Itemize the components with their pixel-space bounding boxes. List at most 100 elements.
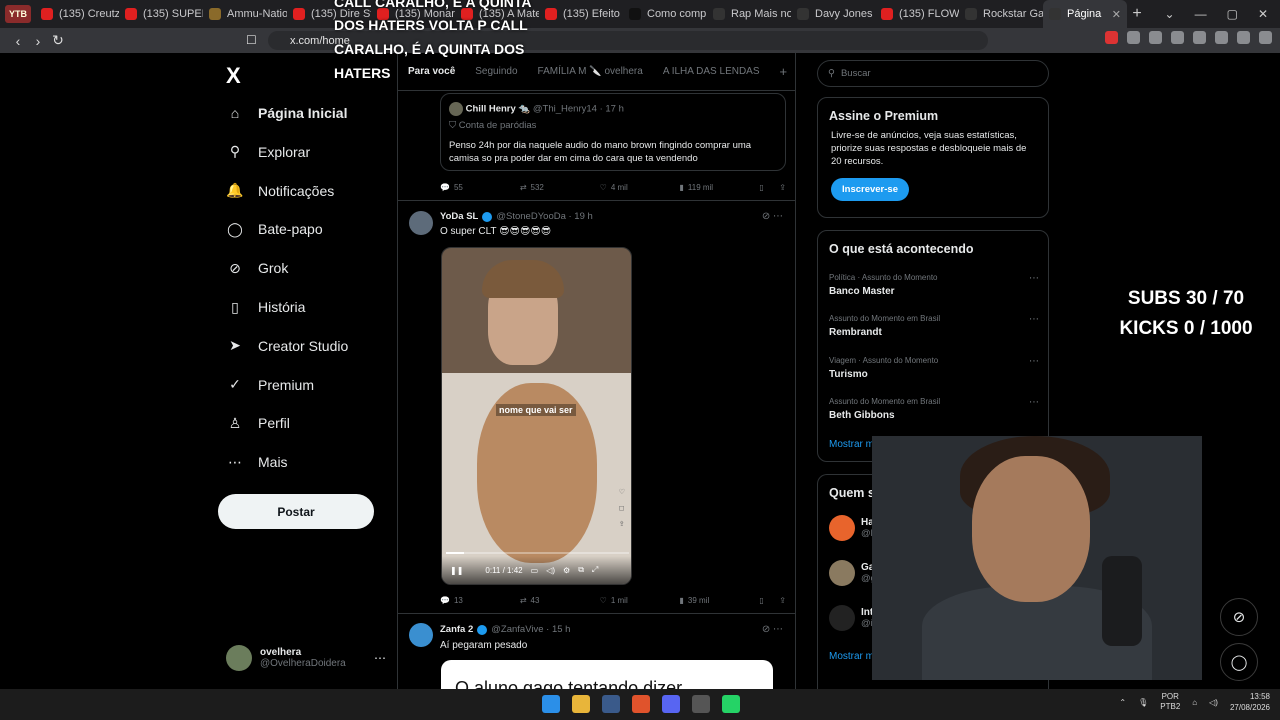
extension-icon[interactable]	[1127, 31, 1140, 44]
account-switcher[interactable]: ovelhera @OvelheraDoidera ⋯	[226, 643, 386, 673]
app-icon[interactable]	[692, 695, 710, 713]
reload-button[interactable]: ↻	[48, 32, 68, 49]
nav-item-página-inicial[interactable]: ⌂ Página Inicial	[226, 98, 348, 128]
network-icon[interactable]: ⌂	[1192, 698, 1197, 707]
browser-tab[interactable]: (135) Efeito M	[539, 0, 623, 28]
close-window-button[interactable]: ✕	[1258, 7, 1268, 21]
browser-tab[interactable]: Rap Mais no X	[707, 0, 791, 28]
grok-fab[interactable]: ⊘	[1220, 598, 1258, 636]
extension-icon[interactable]	[1237, 31, 1250, 44]
new-tab-button[interactable]: +	[1127, 5, 1147, 23]
nav-item-bate-papo[interactable]: ◯ Bate-papo	[226, 214, 322, 244]
tab-ilha[interactable]: A ILHA DAS LENDAS	[663, 66, 760, 77]
bookmark-button[interactable]: ▯	[759, 596, 779, 605]
nav-item-notificações[interactable]: 🔔 Notificações	[226, 176, 334, 206]
trend-item[interactable]: Viagem · Assunto do Momento Turismo ⋯	[829, 356, 1039, 380]
messages-fab[interactable]: ◯	[1220, 643, 1258, 681]
nav-item-mais[interactable]: ⋯ Mais	[226, 447, 288, 477]
like-button[interactable]: ♡ 1 mil	[600, 596, 680, 605]
captions-icon[interactable]: ▭	[531, 566, 539, 575]
reply-button[interactable]: 💬 55	[440, 183, 520, 192]
avatar[interactable]	[409, 211, 433, 235]
x-logo[interactable]: X	[226, 63, 241, 89]
more-icon[interactable]: ⋯	[1029, 356, 1039, 367]
post-author[interactable]: Zanfa 2	[440, 624, 473, 635]
nav-item-perfil[interactable]: ♙ Perfil	[226, 408, 290, 438]
reply-button[interactable]: 💬 13	[440, 596, 520, 605]
browser-tab[interactable]: (135) SUPERN	[119, 0, 203, 28]
nav-item-grok[interactable]: ⊘ Grok	[226, 253, 288, 283]
maximize-button[interactable]: ▢	[1227, 7, 1238, 21]
browser-tab[interactable]: Rockstar Gam	[959, 0, 1043, 28]
nav-item-premium[interactable]: ✓ Premium	[226, 370, 314, 400]
avatar[interactable]	[409, 623, 433, 647]
pinned-tab[interactable]: YTB	[5, 5, 31, 23]
post-more-icon[interactable]: ⊘ ⋯	[762, 624, 783, 635]
share-button[interactable]: ⇪	[779, 183, 786, 192]
settings-icon[interactable]: ⚙	[563, 566, 570, 575]
video-player[interactable]: nome que vai ser ♡ ◻ ⇪ ❚❚ 0:11 / 1:42 ▭ ◁)…	[441, 247, 632, 585]
extension-icon[interactable]	[1149, 31, 1162, 44]
repost-button[interactable]: ⇄ 43	[520, 596, 600, 605]
extension-icon[interactable]	[1193, 31, 1206, 44]
mic-icon[interactable]: 🎙	[1138, 698, 1148, 707]
like-button[interactable]: ♡ 4 mil	[600, 183, 680, 192]
post-image[interactable]: O aluno gago tentando dizer	[441, 660, 773, 689]
steam-icon[interactable]	[602, 695, 620, 713]
tab-familia[interactable]: FAMÍLIA M 🔪 ovelhera	[538, 66, 643, 77]
nav-item-história[interactable]: ▯ História	[226, 292, 305, 322]
browser-tab[interactable]: Como compra	[623, 0, 707, 28]
repost-button[interactable]: ⇄ 532	[520, 183, 600, 192]
profile-icon[interactable]	[1259, 31, 1272, 44]
pause-icon[interactable]: ❚❚	[450, 566, 463, 575]
close-tab-icon[interactable]: ✕	[1112, 8, 1121, 21]
back-button[interactable]: ‹	[8, 33, 28, 49]
more-icon[interactable]: ⋯	[1029, 273, 1039, 284]
tray-chevron-icon[interactable]: ⌃	[1119, 698, 1126, 707]
search-input[interactable]: ⚲ Buscar	[817, 60, 1049, 87]
extension-icon[interactable]	[1171, 31, 1184, 44]
extension-icon[interactable]	[1215, 31, 1228, 44]
trend-item[interactable]: Assunto do Momento em Brasil Rembrandt ⋯	[829, 314, 1039, 338]
browser-tab[interactable]: (135) Creutzfe	[35, 0, 119, 28]
quoted-post[interactable]: Chill Henry 🐀 @Thi_Henry14 · 17 h ⛉ Cont…	[440, 93, 786, 171]
post-author[interactable]: YoDa SL	[440, 211, 478, 222]
browser-tab[interactable]: Davy Jones (@	[791, 0, 875, 28]
minimize-button[interactable]: —	[1195, 7, 1207, 21]
views-button[interactable]: ▮ 39 mil	[679, 596, 759, 605]
brave-icon[interactable]	[632, 695, 650, 713]
browser-tab[interactable]: Ammu-Nation	[203, 0, 287, 28]
discord-icon[interactable]	[662, 695, 680, 713]
more-icon[interactable]: ⋯	[1029, 314, 1039, 325]
whatsapp-icon[interactable]	[722, 695, 740, 713]
post-more-icon[interactable]: ⊘ ⋯	[762, 211, 783, 222]
bookmark-button[interactable]: ▯	[759, 183, 779, 192]
trend-item[interactable]: Assunto do Momento em Brasil Beth Gibbons…	[829, 397, 1039, 421]
extension-icon[interactable]	[1105, 31, 1118, 44]
start-icon[interactable]	[542, 695, 560, 713]
volume-icon[interactable]: ◁)	[546, 566, 555, 575]
bookmark-icon[interactable]: ☐	[246, 33, 257, 47]
subscribe-button[interactable]: Inscrever-se	[831, 178, 909, 201]
browser-tab[interactable]: Página ✕	[1043, 0, 1127, 28]
nav-item-creator-studio[interactable]: ➤ Creator Studio	[226, 331, 348, 361]
tab-following[interactable]: Seguindo	[475, 66, 517, 77]
forward-button[interactable]: ›	[28, 33, 48, 49]
nav-item-explorar[interactable]: ⚲ Explorar	[226, 137, 310, 167]
clock[interactable]: 13:58 27/08/2026	[1230, 691, 1270, 713]
volume-icon[interactable]: ◁)	[1209, 698, 1218, 707]
tab-for-you[interactable]: Para você	[408, 66, 455, 77]
views-button[interactable]: ▮ 119 mil	[679, 183, 759, 192]
video-progress[interactable]	[446, 552, 629, 554]
fullscreen-icon[interactable]: ⤢	[592, 565, 598, 575]
more-icon[interactable]: ⋯	[374, 651, 386, 665]
add-tab-icon[interactable]: +	[780, 64, 788, 79]
browser-tab[interactable]: (135) FLOW G	[875, 0, 959, 28]
folder-icon[interactable]	[572, 695, 590, 713]
more-icon[interactable]: ⋯	[1029, 397, 1039, 408]
pip-icon[interactable]: ⧉	[578, 565, 584, 575]
share-button[interactable]: ⇪	[779, 596, 786, 605]
tab-search-icon[interactable]: ⌄	[1165, 7, 1175, 21]
trend-item[interactable]: Política · Assunto do Momento Banco Maste…	[829, 273, 1039, 297]
language-indicator[interactable]: POR PTB2	[1160, 692, 1180, 712]
